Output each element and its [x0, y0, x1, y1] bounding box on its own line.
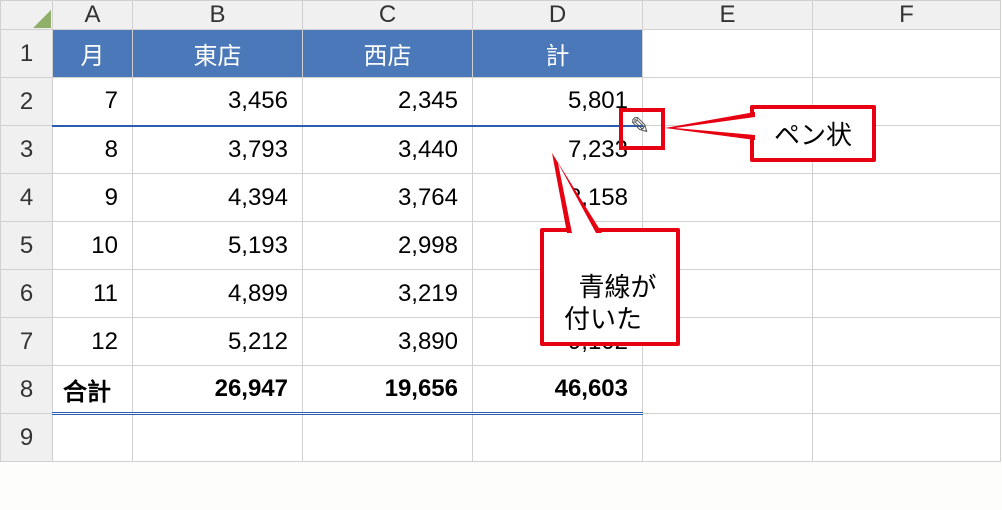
- cell-A5[interactable]: 10: [53, 222, 133, 270]
- col-header-C[interactable]: C: [303, 1, 473, 30]
- cell-C9[interactable]: [303, 414, 473, 462]
- cell-F8[interactable]: [813, 366, 1001, 414]
- cell-A9[interactable]: [53, 414, 133, 462]
- cell-F1[interactable]: [813, 30, 1001, 78]
- callout-pen-label: ペン状: [774, 120, 852, 150]
- cell-B1[interactable]: 東店: [133, 30, 303, 78]
- cell-E4[interactable]: [643, 174, 813, 222]
- callout-pen-shape: ペン状: [750, 105, 876, 162]
- cell-A7[interactable]: 12: [53, 318, 133, 366]
- cell-C4[interactable]: 3,764: [303, 174, 473, 222]
- cell-C6[interactable]: 3,219: [303, 270, 473, 318]
- cell-E1[interactable]: [643, 30, 813, 78]
- cell-F6[interactable]: [813, 270, 1001, 318]
- select-all-corner[interactable]: [1, 1, 53, 30]
- row-header-7[interactable]: 7: [1, 318, 53, 366]
- cell-B5[interactable]: 5,193: [133, 222, 303, 270]
- cell-B7[interactable]: 5,212: [133, 318, 303, 366]
- cell-B2[interactable]: 3,456: [133, 78, 303, 126]
- cell-A4[interactable]: 9: [53, 174, 133, 222]
- cell-F7[interactable]: [813, 318, 1001, 366]
- cell-D9[interactable]: [473, 414, 643, 462]
- callout-blue-line: 青線が 付いた: [540, 228, 680, 346]
- col-header-D[interactable]: D: [473, 1, 643, 30]
- cell-C2[interactable]: 2,345: [303, 78, 473, 126]
- cell-F9[interactable]: [813, 414, 1001, 462]
- cell-C3[interactable]: 3,440: [303, 126, 473, 174]
- cell-A2[interactable]: 7: [53, 78, 133, 126]
- cell-C8[interactable]: 19,656: [303, 366, 473, 414]
- cell-B8[interactable]: 26,947: [133, 366, 303, 414]
- cell-C7[interactable]: 3,890: [303, 318, 473, 366]
- cell-D1[interactable]: 計: [473, 30, 643, 78]
- cell-A1[interactable]: 月: [53, 30, 133, 78]
- cell-B3[interactable]: 3,793: [133, 126, 303, 174]
- row-header-6[interactable]: 6: [1, 270, 53, 318]
- cell-E9[interactable]: [643, 414, 813, 462]
- row-header-3[interactable]: 3: [1, 126, 53, 174]
- cell-F5[interactable]: [813, 222, 1001, 270]
- cell-E8[interactable]: [643, 366, 813, 414]
- col-header-E[interactable]: E: [643, 1, 813, 30]
- cell-B4[interactable]: 4,394: [133, 174, 303, 222]
- cell-C5[interactable]: 2,998: [303, 222, 473, 270]
- row-header-5[interactable]: 5: [1, 222, 53, 270]
- cell-A6[interactable]: 11: [53, 270, 133, 318]
- spreadsheet-grid[interactable]: A B C D E F 1 月 東店 西店 計 2 7 3,456 2,345 …: [0, 0, 1001, 462]
- col-header-B[interactable]: B: [133, 1, 303, 30]
- cell-A8[interactable]: 合計: [53, 366, 133, 414]
- callout-blue-label: 青線が 付いた: [564, 272, 656, 335]
- row-header-9[interactable]: 9: [1, 414, 53, 462]
- callout-blue-tail: [552, 153, 622, 233]
- cell-F4[interactable]: [813, 174, 1001, 222]
- callout-pen-tail: [665, 110, 755, 150]
- row-header-2[interactable]: 2: [1, 78, 53, 126]
- row-header-1[interactable]: 1: [1, 30, 53, 78]
- cell-A3[interactable]: 8: [53, 126, 133, 174]
- cell-B6[interactable]: 4,899: [133, 270, 303, 318]
- cell-C1[interactable]: 西店: [303, 30, 473, 78]
- row-header-4[interactable]: 4: [1, 174, 53, 222]
- cell-B9[interactable]: [133, 414, 303, 462]
- cell-D2[interactable]: 5,801: [473, 78, 643, 126]
- col-header-A[interactable]: A: [53, 1, 133, 30]
- row-header-8[interactable]: 8: [1, 366, 53, 414]
- pencil-icon: ✎: [630, 112, 650, 141]
- col-header-F[interactable]: F: [813, 1, 1001, 30]
- cell-D8[interactable]: 46,603: [473, 366, 643, 414]
